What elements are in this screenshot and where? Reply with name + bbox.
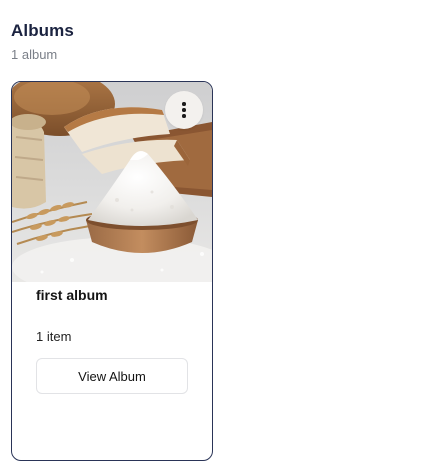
album-menu-button[interactable] (165, 91, 203, 129)
album-count: 1 album (11, 47, 58, 62)
view-album-button[interactable]: View Album (36, 358, 188, 394)
albums-page: Albums 1 album first album 1 item View A… (0, 0, 437, 471)
album-card[interactable]: first album 1 item View Album (11, 81, 213, 461)
album-name: first album (36, 287, 108, 303)
more-vertical-icon (182, 102, 186, 118)
page-title: Albums (11, 21, 74, 40)
album-item-count: 1 item (36, 329, 72, 344)
